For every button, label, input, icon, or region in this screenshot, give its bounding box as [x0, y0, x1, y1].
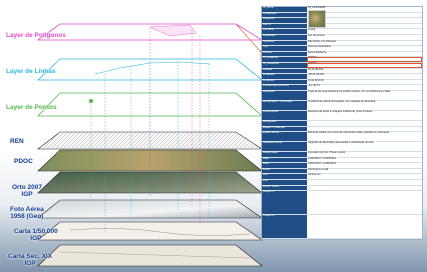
attribute-key: Responsável [262, 151, 307, 157]
attribute-value: Foz de Arouce [307, 34, 422, 40]
attribute-key: Identificação / Cronologia [262, 100, 307, 110]
layer-label-lines: Layer de Linhas [6, 68, 56, 75]
layer-carta-sec-xix [37, 244, 263, 267]
attribute-value [307, 215, 422, 239]
attribute-key: Observações [262, 110, 307, 120]
attribute-value: 000000 [307, 57, 422, 62]
layer-label-foto-name: Foto Aérea [10, 206, 44, 213]
attribute-value: O edifício de planta rectangular, com pa… [307, 100, 422, 110]
layer-label-ren: REN [10, 138, 24, 145]
attribute-value [307, 185, 422, 191]
attribute-value: 000000 [307, 62, 422, 68]
layer-foto-aerea [37, 199, 263, 219]
attribute-key: Bibliografia [262, 120, 307, 126]
layer-label-carta-xix: Carta Sec. XIX IGP [8, 253, 52, 267]
attribute-value [307, 191, 422, 215]
attribute-key: Link [262, 179, 307, 185]
layer-label-orto-source: IGP [21, 191, 33, 198]
layer-label-foto-aerea: Foto Aérea 1958 (Geo) [10, 206, 44, 220]
layer-label-carta-xix-name: Carta Sec. XIX [8, 253, 53, 260]
attribute-value: Ruína de edifício em terra sem dimensão … [307, 131, 422, 142]
attribute-row: Imagem 2 [262, 10, 422, 240]
layer-label-orto-name: Orto 2007 [12, 184, 42, 191]
attribute-key: Medidas Futuras [262, 141, 307, 152]
layer-carta-50000 [37, 221, 263, 241]
attribute-value [307, 180, 422, 185]
attribute-value: arouca.xxx [307, 174, 422, 180]
attribute-key: Imagem 2 [262, 214, 307, 239]
layer-label-points: Layer de Pontos [6, 104, 57, 111]
attribute-key: Localidade [262, 34, 307, 40]
attribute-value: 0.111 00.8.00 [307, 79, 422, 85]
attribute-key: Obs [262, 174, 307, 180]
attribute-value: Estrutura de apoio à moagem tradicional,… [307, 110, 422, 120]
attribute-table: ID_FichaID_CLAS/4003DesignaçãoPT_01_0001… [261, 6, 423, 241]
layer-label-carta-name: Carta 1/50.000 [14, 228, 58, 235]
attribute-key: ID_Instituição [262, 62, 307, 68]
attribute-value: Inventário do Ano / Paulo Lousã [307, 151, 422, 157]
attribute-photo-thumbnail[interactable] [308, 10, 326, 28]
attribute-key: Fonte [262, 168, 307, 174]
attribute-value: Época Moderna [307, 51, 422, 57]
layer-label-carta-source: IGP [30, 235, 42, 242]
attribute-key: Descrição [262, 90, 307, 100]
layer-label-orto: Orto 2007 IGP [12, 184, 42, 198]
layer-label-carta-xix-source: IGP [24, 260, 36, 267]
attribute-value: -08.23 02.000 [307, 73, 422, 79]
attribute-key: Estado actual [262, 131, 307, 142]
layer-label-polygons: Layer de Polígonos [6, 32, 66, 39]
attribute-row: Observações Estrutura de apoio à moagem t… [262, 110, 422, 121]
attribute-key: Topónimo [262, 40, 307, 46]
attribute-key: Data [262, 157, 307, 163]
attribute-value: Trata-se de uma estrutura em estado ruin… [307, 90, 422, 100]
layer-label-foto-source: 1958 (Geo) [10, 213, 44, 220]
attribute-row: Imagem 1 [262, 10, 422, 216]
attribute-key: ID_Ficha [262, 6, 307, 12]
attribute-value: Sugerido de descrição para estudo e valo… [307, 141, 422, 152]
layer-label-carta-50000: Carta 1/50.000 IGP [14, 228, 58, 242]
attribute-value: Património Lousã [307, 168, 422, 174]
attribute-value [307, 120, 422, 126]
attribute-key: Imagem 1 [262, 190, 307, 215]
attribute-value: 40.13 95.400 [307, 68, 422, 74]
layer-label-pdoc: PDOC [14, 158, 33, 165]
